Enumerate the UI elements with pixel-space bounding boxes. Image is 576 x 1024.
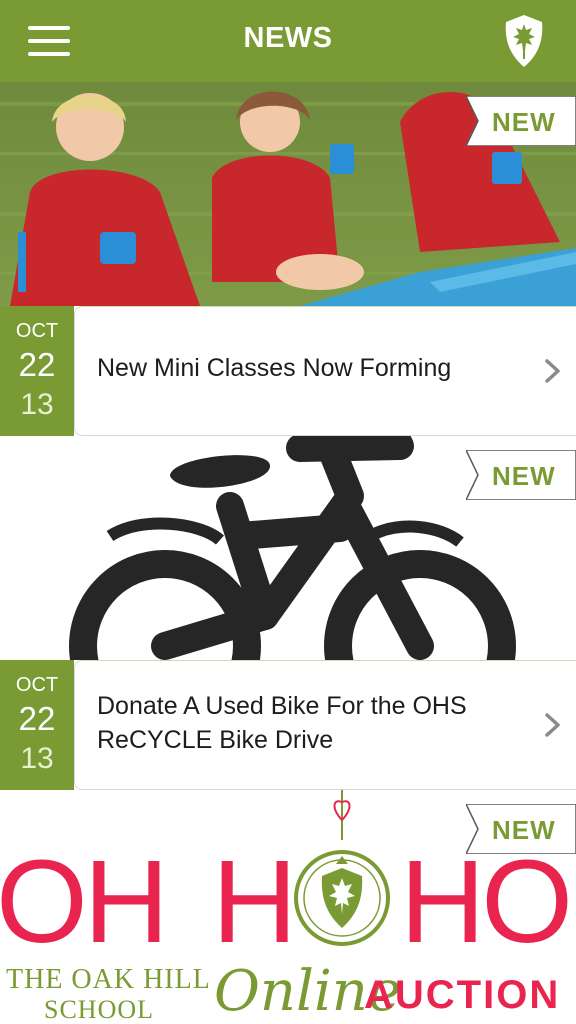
auction-text: AUCTION (364, 973, 560, 1017)
chevron-right-icon (545, 713, 560, 737)
h-text: H (212, 836, 297, 968)
date-block: OCT 22 13 (0, 306, 74, 436)
headline-card[interactable]: Donate A Used Bike For the OHS ReCYCLE B… (74, 660, 576, 790)
ho-text: HO (400, 836, 569, 968)
school-line-2: SCHOOL (44, 995, 154, 1024)
oak-leaf-shield-logo-icon[interactable] (502, 14, 546, 68)
news-headline: Donate A Used Bike For the OHS ReCYCLE B… (97, 692, 467, 754)
school-line-1: THE OAK HILL (6, 964, 211, 995)
chevron-right-icon (545, 359, 560, 383)
new-badge: NEW (466, 804, 576, 854)
page-title: NEWS (243, 22, 333, 54)
app-header: NEWS (0, 0, 576, 82)
date-block: OCT 22 13 (0, 660, 74, 790)
new-badge: NEW (466, 96, 576, 146)
oh-text: OH (0, 836, 165, 968)
news-row[interactable]: OCT 22 13 Donate A Used Bike For the OHS… (0, 660, 576, 790)
news-row[interactable]: OCT 22 13 New Mini Classes Now Forming (0, 306, 576, 436)
headline-card[interactable]: New Mini Classes Now Forming (74, 306, 576, 436)
new-badge: NEW (466, 450, 576, 500)
news-headline: New Mini Classes Now Forming (97, 354, 452, 382)
